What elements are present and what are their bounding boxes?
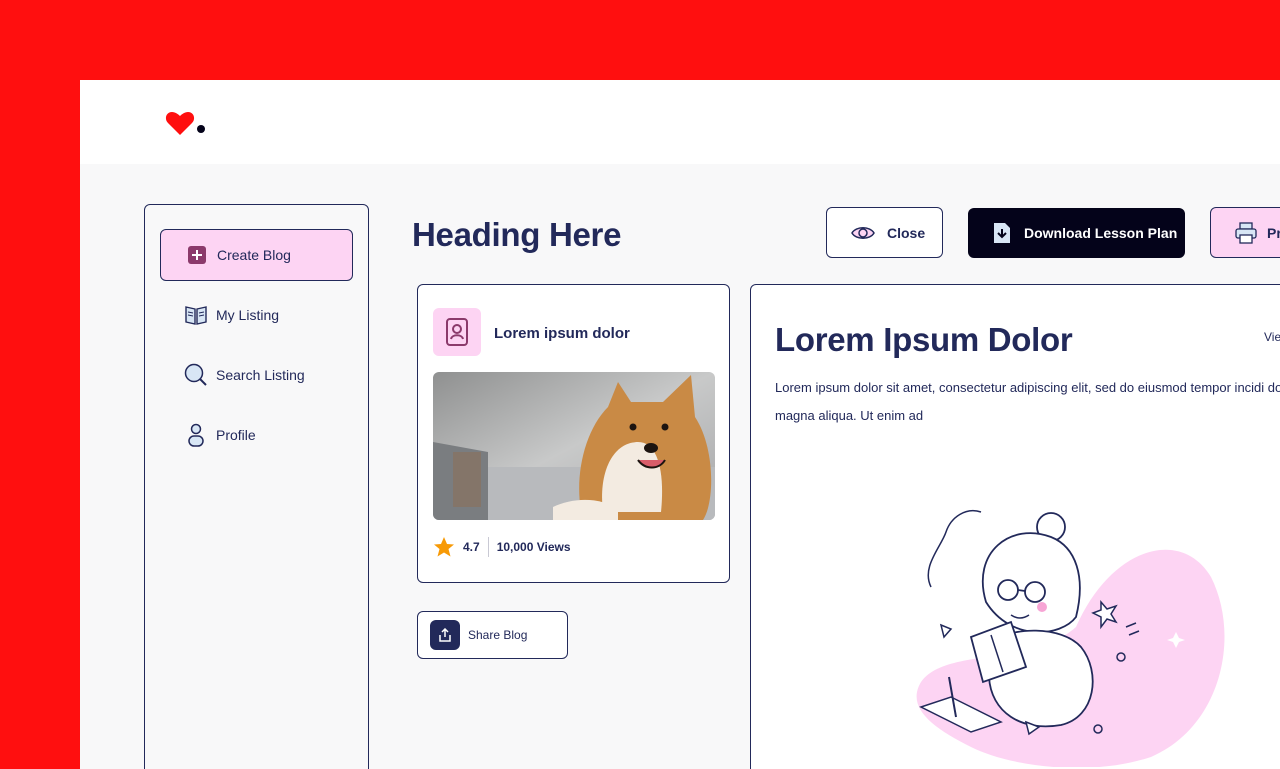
close-button-label: Close	[887, 224, 926, 241]
divider	[487, 537, 489, 557]
sidebar-item-profile[interactable]: Profile	[160, 409, 353, 461]
sidebar-item-label: Create Blog	[217, 247, 291, 263]
user-icon	[184, 423, 208, 447]
heart-logo-icon[interactable]	[165, 110, 209, 140]
sidebar-item-label: Search Listing	[216, 367, 305, 383]
card-title: Lorem ipsum dolor	[494, 325, 630, 342]
top-bar	[80, 80, 1280, 164]
file-download-icon	[992, 222, 1012, 244]
sidebar-item-create-blog[interactable]: Create Blog	[160, 229, 353, 281]
star-icon	[434, 537, 454, 557]
close-button[interactable]: Close	[826, 207, 943, 258]
views-count: 10,000 Views	[496, 540, 571, 554]
book-icon	[184, 303, 208, 327]
sidebar-item-search-listing[interactable]: Search Listing	[160, 349, 353, 401]
search-icon	[184, 363, 208, 387]
app-window: Create Blog My Listing Search Listing Pr…	[80, 80, 1280, 769]
reading-girl-illustration	[916, 510, 1225, 767]
print-button[interactable]: Pr	[1210, 207, 1280, 258]
plus-square-icon	[185, 243, 209, 267]
share-icon	[430, 620, 460, 650]
blog-card[interactable]: Lorem ipsum dolor 4.7 10,000 Views	[417, 284, 730, 583]
card-meta: 4.7 10,000 Views	[433, 535, 571, 559]
share-blog-button[interactable]: Share Blog	[417, 611, 568, 659]
print-button-label: Pr	[1267, 224, 1280, 241]
view-link[interactable]: Vie	[1264, 330, 1280, 344]
sidebar-item-label: My Listing	[216, 307, 280, 323]
page-title: Heading Here	[412, 216, 622, 253]
dog-photo	[433, 372, 715, 520]
share-blog-label: Share Blog	[468, 628, 528, 642]
detail-title: Lorem Ipsum Dolor	[775, 321, 1073, 358]
detail-body: Lorem ipsum dolor sit amet, consectetur …	[775, 380, 1280, 423]
download-lesson-plan-button[interactable]: Download Lesson Plan	[968, 208, 1185, 258]
sidebar: Create Blog My Listing Search Listing Pr…	[144, 204, 369, 769]
sidebar-item-my-listing[interactable]: My Listing	[160, 289, 353, 341]
contact-book-icon	[433, 308, 481, 356]
detail-panel: Lorem Ipsum Dolor Vie Lorem ipsum dolor …	[750, 284, 1280, 769]
rating-value: 4.7	[463, 540, 480, 554]
printer-icon	[1235, 221, 1257, 244]
eye-icon	[851, 224, 875, 242]
download-button-label: Download Lesson Plan	[1024, 225, 1178, 241]
sidebar-item-label: Profile	[216, 427, 256, 443]
